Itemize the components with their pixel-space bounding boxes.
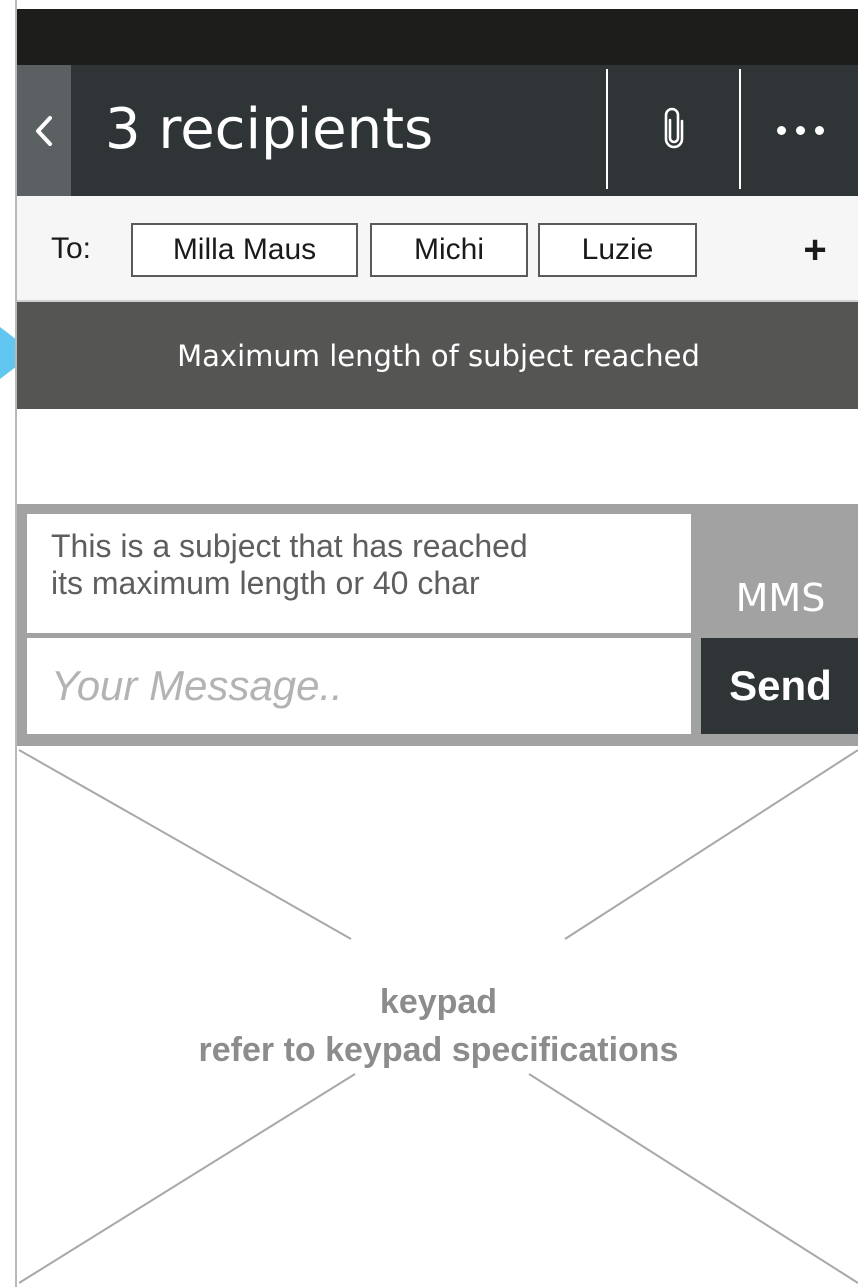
recipient-chip[interactable]: Luzie — [538, 223, 697, 277]
add-recipient-button[interactable]: + — [795, 226, 835, 274]
send-button[interactable]: Send — [701, 638, 858, 734]
recipient-chip[interactable]: Milla Maus — [131, 223, 358, 277]
app-header: 3 recipients — [17, 65, 858, 196]
keypad-subtitle: refer to keypad specifications — [198, 1031, 679, 1069]
phone-frame: 3 recipients To: Milla Maus Michi Luzie … — [15, 0, 858, 1287]
subject-text-line: its maximum length or 40 char — [51, 565, 480, 601]
message-input[interactable] — [27, 638, 691, 734]
subject-text-line: This is a subject that has reached — [51, 528, 528, 564]
paperclip-icon — [662, 106, 686, 155]
status-bar — [17, 9, 858, 65]
subject-field[interactable]: This is a subject that has reached its m… — [27, 514, 691, 633]
more-options-button[interactable] — [741, 65, 858, 196]
keypad-caption: keypad refer to keypad specifications — [17, 978, 858, 1074]
recipient-chip[interactable]: Michi — [370, 223, 528, 277]
back-button[interactable] — [17, 65, 71, 196]
recipients-row: To: Milla Maus Michi Luzie + — [17, 196, 858, 302]
mms-indicator: MMS — [735, 576, 826, 620]
to-label: To: — [51, 232, 92, 265]
conversation-title: 3 recipients — [105, 97, 434, 162]
more-horizontal-icon — [772, 126, 829, 135]
keypad-title: keypad — [379, 983, 498, 1021]
compose-area: This is a subject that has reached its m… — [17, 504, 858, 746]
subject-limit-notice: Maximum length of subject reached — [17, 302, 858, 409]
chevron-left-icon — [33, 113, 55, 149]
top-edge — [17, 0, 858, 9]
attach-button[interactable] — [608, 65, 739, 196]
keypad-placeholder: keypad refer to keypad specifications — [17, 746, 858, 1287]
